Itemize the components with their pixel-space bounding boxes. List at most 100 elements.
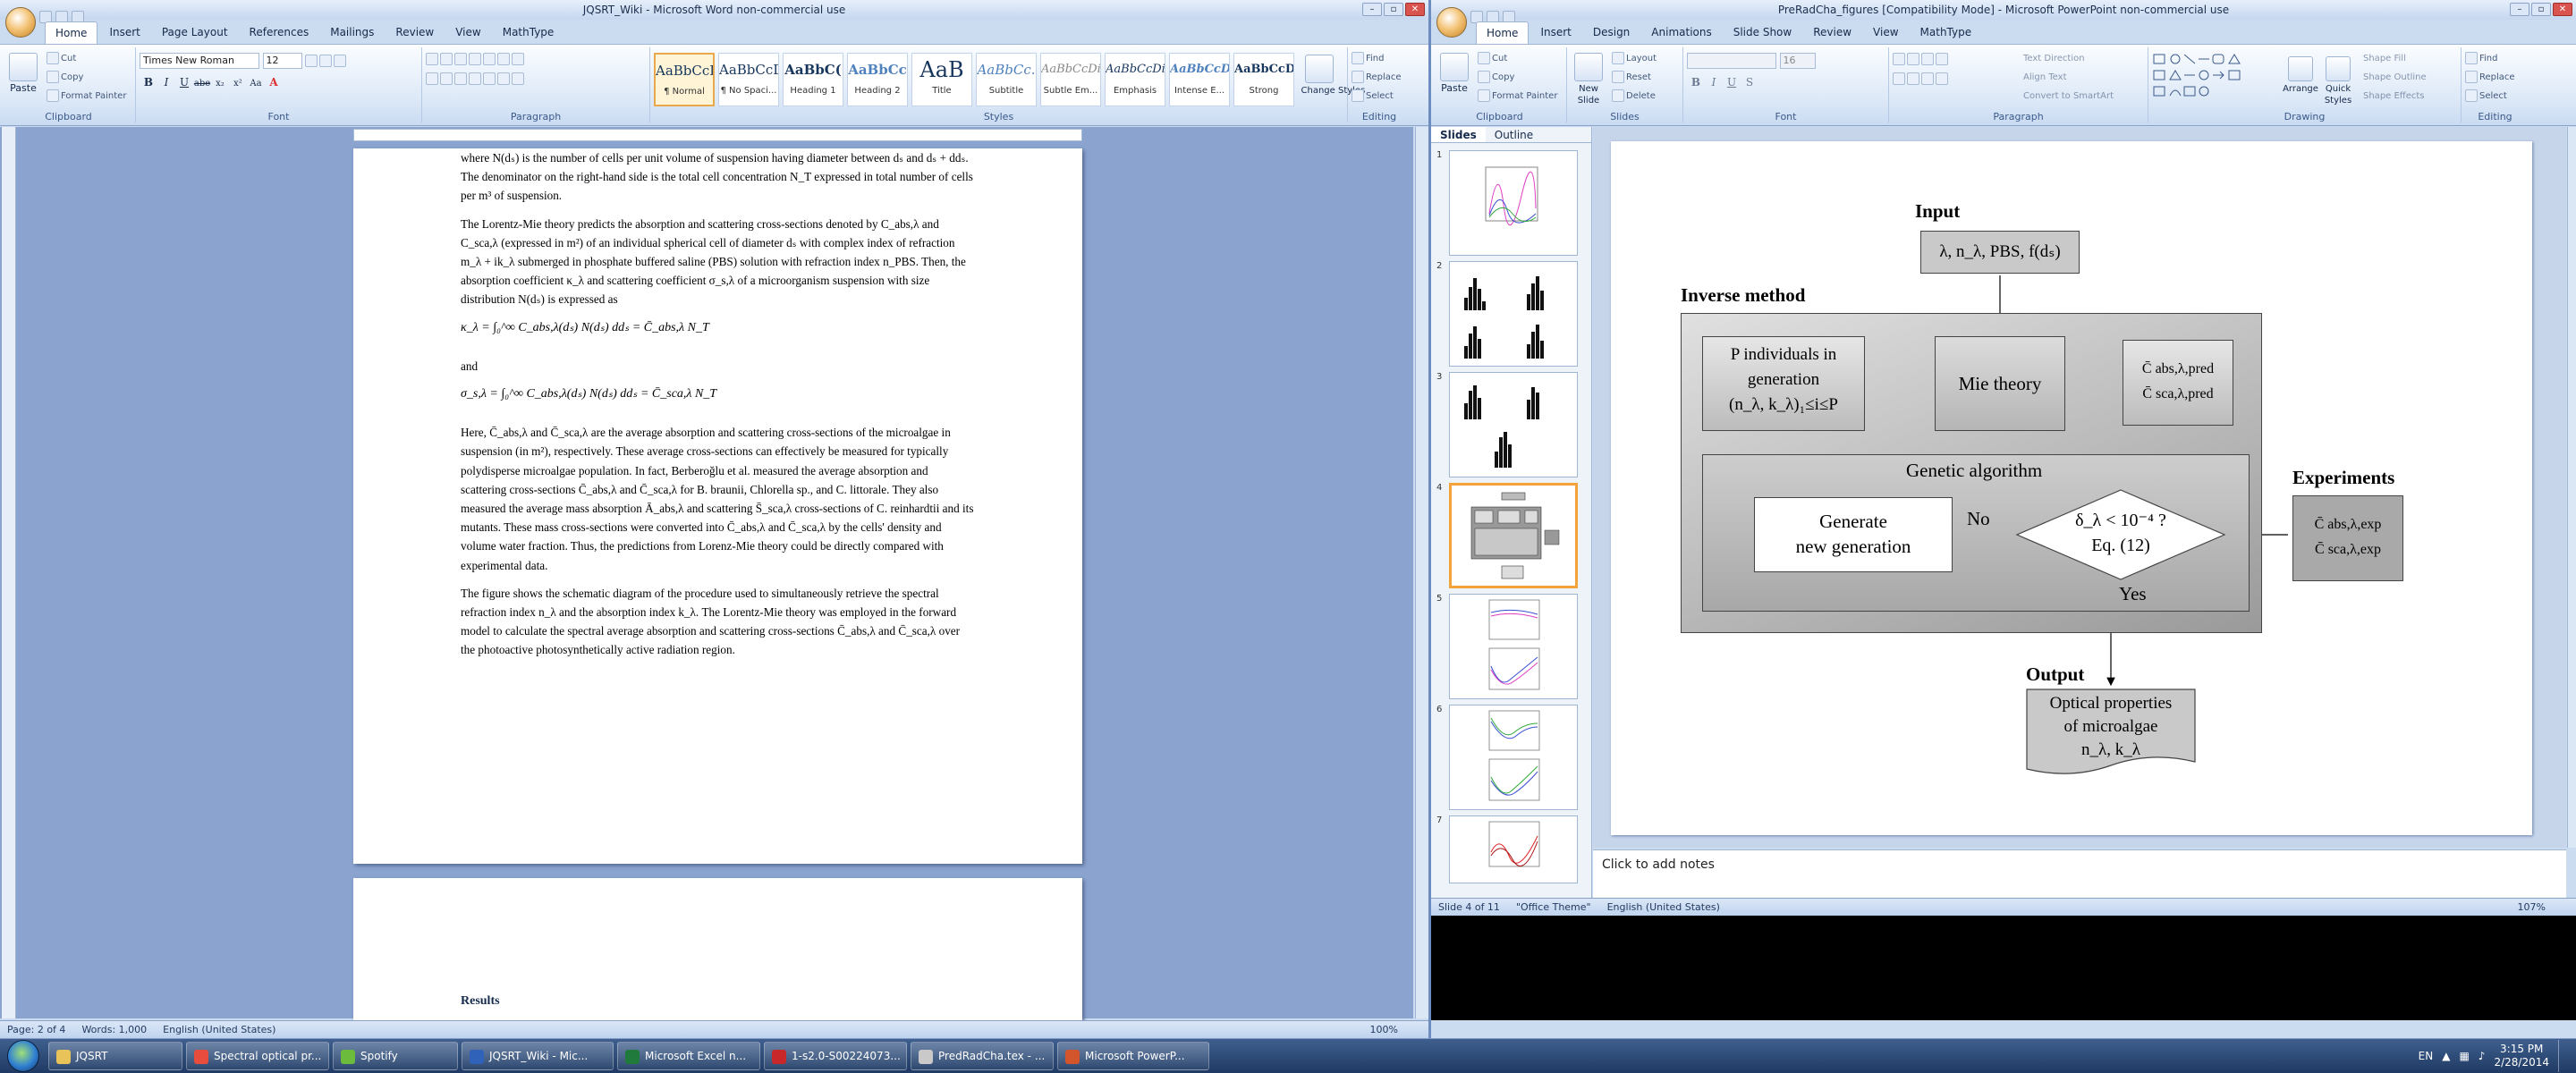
minimize-icon[interactable]: – — [1362, 3, 1382, 16]
pilcrow-icon[interactable] — [512, 53, 524, 65]
vertical-scrollbar[interactable] — [1415, 127, 1428, 1018]
superscript-button[interactable]: x² — [229, 76, 247, 92]
slide-thumbnail[interactable]: 3 — [1436, 372, 1578, 477]
align-text-button[interactable]: Align Text — [2023, 68, 2114, 87]
style-no-spacing[interactable]: AaBbCcDc¶ No Spaci... — [718, 53, 779, 106]
taskbar-item[interactable]: JQSRT — [48, 1042, 182, 1070]
tab-home[interactable]: Home — [45, 21, 98, 45]
tab-view[interactable]: View — [445, 21, 490, 45]
tab-mailings[interactable]: Mailings — [320, 21, 384, 45]
zoom-level[interactable]: 100% — [1370, 1021, 1428, 1038]
select-button[interactable]: Select — [1352, 87, 1407, 106]
align-left-icon[interactable] — [1893, 72, 1905, 85]
tab-slide-show[interactable]: Slide Show — [1724, 21, 1801, 45]
zoom-level[interactable]: 107% — [2518, 899, 2576, 916]
shape-outline-button[interactable]: Shape Outline — [2363, 68, 2427, 87]
taskbar-item[interactable]: Spectral optical pr... — [186, 1042, 329, 1070]
taskbar-item[interactable]: Microsoft Excel n... — [617, 1042, 760, 1070]
delete-button[interactable]: Delete — [1612, 87, 1657, 106]
font-size-select[interactable]: 12 — [262, 53, 302, 69]
style-normal[interactable]: AaBbCcDc¶ Normal — [654, 53, 715, 106]
reset-button[interactable]: Reset — [1612, 68, 1657, 87]
bold-button[interactable]: B — [140, 74, 157, 90]
underline-button[interactable]: U — [1723, 74, 1741, 90]
style-subtle-emphasis[interactable]: AaBbCcDi Subtle Em... — [1040, 53, 1101, 106]
shading-icon[interactable] — [497, 72, 510, 85]
strikethrough-button[interactable]: abe — [193, 76, 211, 92]
borders-icon[interactable] — [512, 72, 524, 85]
new-slide-button[interactable]: New Slide — [1571, 51, 1606, 106]
decrease-indent-icon[interactable] — [469, 53, 481, 65]
tab-home[interactable]: Home — [1476, 21, 1530, 45]
line-spacing-icon[interactable] — [483, 72, 496, 85]
maximize-icon[interactable]: ▫ — [2531, 3, 2551, 16]
notes-pane[interactable]: Click to add notes — [1593, 849, 2566, 898]
font-color-icon[interactable]: A — [265, 74, 283, 90]
shapes-gallery[interactable] — [2152, 53, 2277, 106]
style-heading-1[interactable]: AaBbC(Heading 1 — [783, 53, 843, 106]
change-styles-button[interactable]: Change Styles — [1301, 53, 1365, 96]
start-button[interactable] — [7, 1040, 39, 1072]
replace-button[interactable]: Replace — [1352, 68, 1407, 87]
volume-icon[interactable]: ♪ — [2479, 1050, 2486, 1062]
shadow-button[interactable]: S — [1741, 74, 1758, 90]
clock[interactable]: 3:15 PM 2/28/2014 — [2494, 1043, 2549, 1069]
copy-button[interactable]: Copy — [47, 68, 126, 87]
language[interactable]: English (United States) — [163, 1021, 275, 1038]
tab-insert[interactable]: Insert — [99, 21, 149, 45]
slide-thumbnail[interactable]: 1 — [1436, 150, 1578, 256]
show-desktop-button[interactable] — [2558, 1040, 2569, 1072]
shrink-font-icon[interactable] — [319, 55, 332, 67]
select-button[interactable]: Select — [2465, 87, 2525, 106]
justify-icon[interactable] — [469, 72, 481, 85]
taskbar-item[interactable]: 1-s2.0-S00224073... — [764, 1042, 907, 1070]
quick-styles-button[interactable]: Quick Styles — [2320, 55, 2356, 106]
maximize-icon[interactable]: ▫ — [1384, 3, 1403, 16]
font-name-select[interactable]: Times New Roman — [140, 53, 259, 69]
layout-button[interactable]: Layout — [1612, 49, 1657, 68]
grow-font-icon[interactable] — [305, 55, 318, 67]
document-page[interactable]: where N(dₛ) is the number of cells per u… — [353, 148, 1082, 864]
slide-scrollbar[interactable] — [2567, 127, 2576, 848]
paste-button[interactable]: Paste — [5, 51, 41, 94]
document-page[interactable]: Results — [353, 878, 1082, 1038]
underline-button[interactable]: U — [175, 74, 193, 90]
sort-icon[interactable] — [497, 53, 510, 65]
arrange-button[interactable]: Arrange — [2283, 55, 2318, 94]
format-painter-button[interactable]: Format Painter — [1478, 87, 1557, 106]
taskbar-item[interactable]: Microsoft PowerP... — [1057, 1042, 1209, 1070]
tab-insert[interactable]: Insert — [1530, 21, 1580, 45]
italic-button[interactable]: I — [1705, 74, 1723, 90]
minimize-icon[interactable]: – — [2510, 3, 2529, 16]
taskbar-item[interactable]: PredRadCha.tex - ... — [911, 1042, 1054, 1070]
style-title[interactable]: AaB Title — [911, 53, 972, 106]
clear-format-icon[interactable] — [334, 55, 346, 67]
text-direction-button[interactable]: Text Direction — [2023, 49, 2114, 68]
style-heading-2[interactable]: AaBbCc Heading 2 — [847, 53, 908, 106]
decrease-indent-icon[interactable] — [1921, 53, 1934, 65]
slide-thumbnail[interactable]: 6 — [1436, 705, 1578, 810]
increase-indent-icon[interactable] — [1936, 53, 1948, 65]
slide-thumbnail[interactable]: 5 — [1436, 594, 1578, 699]
find-button[interactable]: Find — [1352, 49, 1407, 68]
numbering-icon[interactable] — [440, 53, 453, 65]
tab-slides[interactable]: Slides — [1431, 127, 1486, 142]
shape-fill-button[interactable]: Shape Fill — [2363, 49, 2427, 68]
style-subtitle[interactable]: AaBbCc. Subtitle — [976, 53, 1037, 106]
tab-page-layout[interactable]: Page Layout — [152, 21, 238, 45]
paste-button[interactable]: Paste — [1436, 51, 1472, 94]
theme-name[interactable]: "Office Theme" — [1516, 899, 1591, 916]
tab-view[interactable]: View — [1863, 21, 1908, 45]
taskbar-item[interactable]: Spotify — [333, 1042, 458, 1070]
bullets-icon[interactable] — [1893, 53, 1905, 65]
font-name-select[interactable] — [1687, 53, 1776, 69]
close-icon[interactable]: ✕ — [1405, 3, 1425, 16]
document-area[interactable]: where N(dₛ) is the number of cells per u… — [0, 127, 1413, 1038]
word-count[interactable]: Words: 1,000 — [81, 1021, 147, 1038]
tab-review[interactable]: Review — [1803, 21, 1861, 45]
taskbar-item[interactable]: JQSRT_Wiki - Mic... — [462, 1042, 614, 1070]
replace-button[interactable]: Replace — [2465, 68, 2525, 87]
style-intense-emphasis[interactable]: AaBbCcDi Intense E... — [1169, 53, 1230, 106]
multilevel-icon[interactable] — [454, 53, 467, 65]
align-center-icon[interactable] — [440, 72, 453, 85]
